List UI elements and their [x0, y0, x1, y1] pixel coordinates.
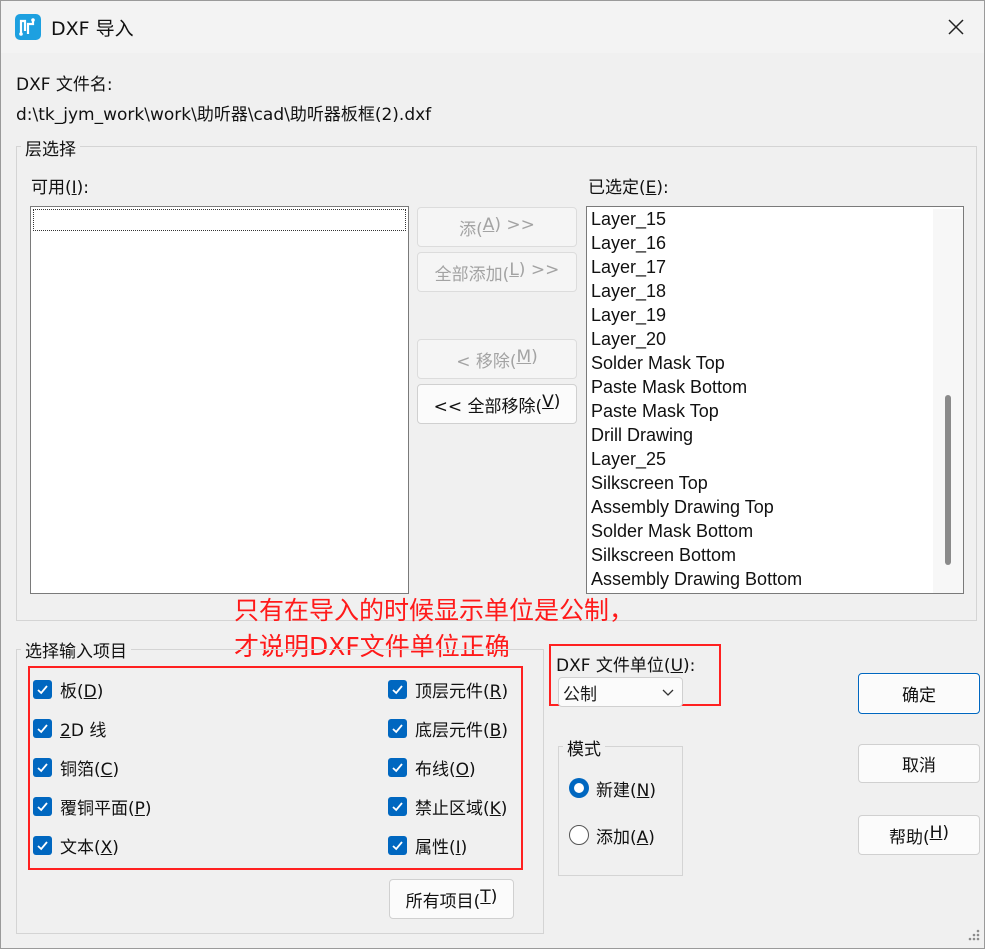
scrollbar-thumb[interactable]	[945, 395, 951, 565]
import-item-label: 文本(X)	[60, 837, 119, 858]
checkbox-checked-icon	[33, 718, 52, 738]
import-item-checkbox[interactable]: 禁止区域(K)	[388, 795, 508, 819]
selected-layer-item[interactable]: Layer_17	[591, 257, 666, 278]
resize-grip-icon[interactable]	[963, 927, 981, 945]
import-item-checkbox[interactable]: 铜箔(C)	[33, 756, 120, 780]
selected-layer-item[interactable]: Layer_25	[591, 449, 666, 470]
import-item-label: 底层元件(B)	[415, 720, 508, 741]
annotation-line-1: 只有在导入的时候显示单位是公制，	[234, 596, 635, 625]
close-icon	[948, 19, 964, 35]
layer-select-title: 层选择	[21, 135, 80, 160]
list-focus-rect	[33, 209, 406, 231]
title-bar: DXF 导入	[1, 1, 984, 53]
selected-layer-item[interactable]: Layer_16	[591, 233, 666, 254]
mode-group	[558, 746, 683, 876]
mode-title: 模式	[563, 735, 605, 760]
selected-layer-item[interactable]: Drill Drawing	[591, 425, 693, 446]
dxf-import-dialog: DXF 导入 DXF 文件名: d:\tk_jym_work\work\助听器\…	[0, 0, 985, 949]
checkbox-checked-icon	[33, 796, 52, 816]
help-button[interactable]: 帮助(H)	[858, 815, 980, 855]
units-selected-value: 公制	[563, 684, 597, 705]
file-path: d:\tk_jym_work\work\助听器\cad\助听器板框(2).dxf	[16, 105, 432, 125]
chevron-down-icon	[662, 689, 674, 696]
import-item-checkbox[interactable]: 2D 线	[33, 717, 107, 741]
units-label: DXF 文件单位(U):	[556, 656, 696, 676]
import-item-checkbox[interactable]: 属性(I)	[388, 834, 468, 858]
mode-add-radio[interactable]: 添加(A)	[569, 823, 655, 848]
import-item-label: 铜箔(C)	[60, 759, 120, 780]
mode-new-radio[interactable]: 新建(N)	[569, 776, 656, 801]
file-name-label: DXF 文件名:	[16, 75, 113, 95]
import-item-checkbox[interactable]: 底层元件(B)	[388, 717, 508, 741]
checkbox-checked-icon	[388, 679, 407, 699]
selected-layer-item[interactable]: Solder Mask Top	[591, 353, 725, 374]
import-item-label: 属性(I)	[415, 837, 468, 858]
checkbox-checked-icon	[388, 718, 407, 738]
checkbox-checked-icon	[33, 757, 52, 777]
selected-layer-item[interactable]: Assembly Drawing Bottom	[591, 569, 802, 590]
checkbox-checked-icon	[388, 757, 407, 777]
import-item-label: 顶层元件(R)	[415, 681, 509, 702]
import-item-checkbox[interactable]: 布线(O)	[388, 756, 476, 780]
remove-all-button[interactable]: << 全部移除(V)	[417, 384, 577, 424]
import-item-checkbox[interactable]: 板(D)	[33, 678, 104, 702]
checkbox-checked-icon	[388, 796, 407, 816]
selected-layer-item[interactable]: Layer_15	[591, 209, 666, 230]
selected-layer-item[interactable]: Layer_20	[591, 329, 666, 350]
import-item-checkbox[interactable]: 覆铜平面(P)	[33, 795, 152, 819]
ok-button[interactable]: 确定	[858, 673, 980, 714]
add-all-button[interactable]: 全部添加(L) >>	[417, 252, 577, 292]
selected-layer-item[interactable]: Paste Mask Bottom	[591, 377, 747, 398]
available-layers-list[interactable]	[30, 206, 409, 594]
available-label: 可用(I):	[31, 178, 90, 198]
selected-layers-list[interactable]: Layer_15 Layer_16 Layer_17 Layer_18 Layer_19…	[586, 206, 964, 594]
import-item-label: 禁止区域(K)	[415, 798, 508, 819]
import-item-label: 板(D)	[60, 681, 104, 702]
radio-unselected-indicator	[569, 825, 589, 845]
radio-selected-indicator	[569, 778, 589, 798]
selected-layer-item[interactable]: Solder Mask Bottom	[591, 521, 753, 542]
units-combobox[interactable]: 公制	[558, 677, 683, 707]
import-item-label: 覆铜平面(P)	[60, 798, 152, 819]
import-item-checkbox[interactable]: 文本(X)	[33, 834, 119, 858]
import-item-label: 布线(O)	[415, 759, 476, 780]
selected-layer-item[interactable]: Silkscreen Bottom	[591, 545, 736, 566]
add-button[interactable]: 添(A) >>	[417, 207, 577, 247]
checkbox-checked-icon	[33, 835, 52, 855]
all-items-button[interactable]: 所有项目(T)	[389, 879, 514, 919]
selected-layer-item[interactable]: Layer_19	[591, 305, 666, 326]
close-button[interactable]	[936, 7, 976, 47]
checkbox-checked-icon	[388, 835, 407, 855]
remove-button[interactable]: < 移除(M)	[417, 339, 577, 379]
selected-label: 已选定(E):	[588, 178, 669, 198]
selected-layer-item[interactable]: Assembly Drawing Top	[591, 497, 774, 518]
selected-layer-item[interactable]: Silkscreen Top	[591, 473, 708, 494]
selected-list-scrollbar[interactable]	[933, 209, 963, 593]
import-item-checkbox[interactable]: 顶层元件(R)	[388, 678, 509, 702]
import-items-title: 选择输入项目	[21, 637, 131, 662]
cancel-button[interactable]: 取消	[858, 744, 980, 783]
checkbox-checked-icon	[33, 679, 52, 699]
app-logo-icon	[15, 14, 41, 40]
selected-layer-item[interactable]: Layer_18	[591, 281, 666, 302]
selected-layer-item[interactable]: Paste Mask Top	[591, 401, 719, 422]
import-item-label: 2D 线	[60, 720, 107, 741]
window-title: DXF 导入	[51, 18, 134, 40]
